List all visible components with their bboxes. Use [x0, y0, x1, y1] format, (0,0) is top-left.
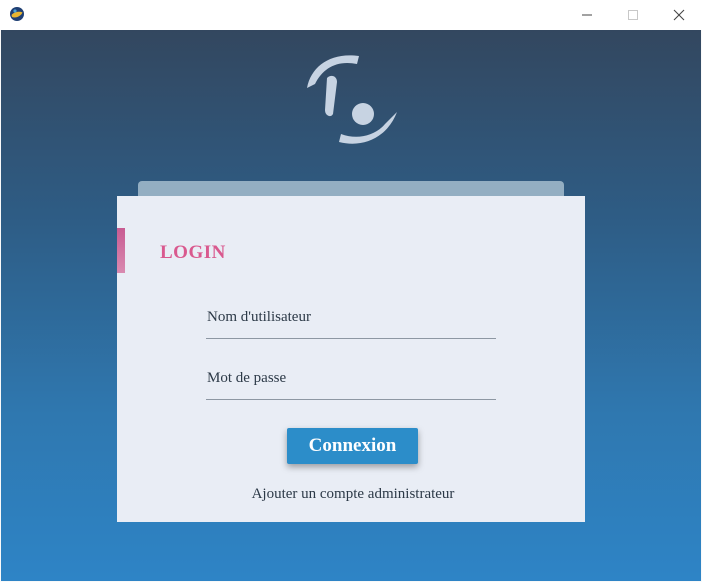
- login-title: LOGIN: [160, 242, 226, 263]
- login-screen: LOGIN Nom d'utilisateur Mot de passe Con…: [1, 30, 701, 581]
- password-field[interactable]: Mot de passe: [206, 363, 496, 400]
- title-bar[interactable]: [0, 0, 702, 30]
- login-card: LOGIN Nom d'utilisateur Mot de passe Con…: [117, 196, 585, 522]
- username-placeholder: Nom d'utilisateur: [207, 309, 311, 325]
- add-admin-link[interactable]: Ajouter un compte administrateur: [117, 486, 589, 503]
- minimize-icon: [582, 14, 592, 16]
- password-placeholder: Mot de passe: [207, 370, 287, 386]
- swirl-logo-icon: [307, 55, 397, 144]
- accent-bar: [117, 228, 125, 273]
- username-field[interactable]: Nom d'utilisateur: [206, 302, 496, 339]
- connexion-button[interactable]: Connexion: [287, 428, 418, 464]
- maximize-button[interactable]: [610, 0, 656, 30]
- maximize-icon: [628, 10, 638, 20]
- minimize-button[interactable]: [564, 0, 610, 30]
- close-icon: [673, 9, 685, 21]
- app-window: LOGIN Nom d'utilisateur Mot de passe Con…: [0, 0, 702, 582]
- close-button[interactable]: [656, 0, 702, 30]
- app-globe-icon: [10, 7, 24, 21]
